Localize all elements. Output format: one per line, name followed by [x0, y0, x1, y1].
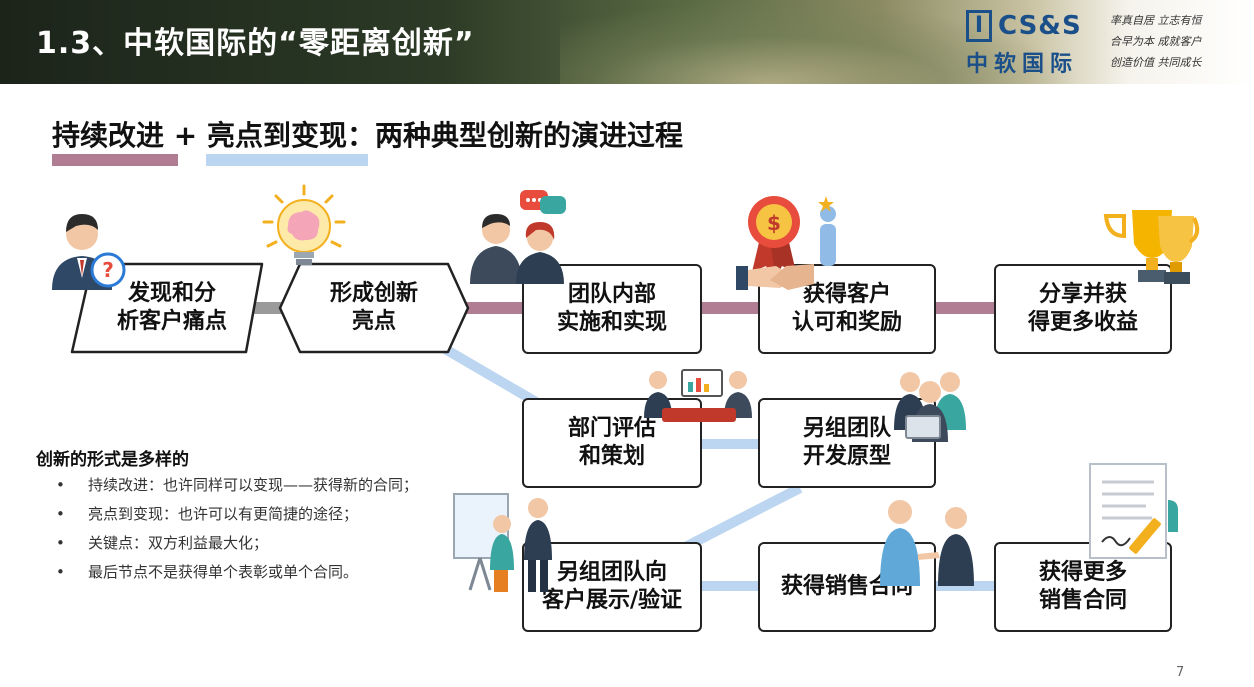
team-laptop-icon	[894, 372, 966, 442]
meeting-icon	[644, 369, 752, 422]
handshake-icon	[736, 264, 814, 290]
list-item: • 亮点到变现：也许可以有更简捷的途径；	[56, 504, 436, 524]
forms-title: 创新的形式是多样的	[36, 450, 189, 470]
list-item-text: 持续改进：也许同样可以变现——获得新的合同；	[88, 476, 419, 494]
presentation-icon	[453, 493, 552, 592]
bullet-icon: •	[56, 563, 65, 581]
business-handshake-icon	[880, 500, 974, 586]
node-form-highlight: 形成创新 亮点	[329, 281, 418, 334]
contract-sign-icon	[1089, 463, 1178, 559]
bullet-icon: •	[56, 505, 65, 523]
bullet-icon: •	[56, 534, 65, 552]
list-item: • 关键点：双方利益最大化；	[56, 533, 436, 553]
bullet-icon: •	[56, 476, 65, 494]
svg-text:$: $	[767, 211, 781, 235]
trophy-icon	[1103, 210, 1200, 284]
page-number: 7	[1176, 665, 1185, 680]
person-question-icon: ?	[52, 214, 126, 290]
list-item-text: 关键点：双方利益最大化；	[88, 534, 269, 552]
list-item: • 持续改进：也许同样可以变现——获得新的合同；	[56, 475, 436, 495]
lightbulb-brain-icon	[262, 184, 346, 265]
team-discussion-icon	[470, 190, 566, 284]
list-item: • 最后节点不是获得单个表彰或单个合同。	[56, 562, 436, 582]
list-item-text: 最后节点不是获得单个表彰或单个合同。	[88, 563, 359, 581]
forms-list: • 持续改进：也许同样可以变现——获得新的合同； • 亮点到变现：也许可以有更简捷的…	[56, 475, 436, 591]
svg-text:?: ?	[102, 258, 114, 282]
list-item-text: 亮点到变现：也许可以有更简捷的途径；	[88, 505, 359, 523]
